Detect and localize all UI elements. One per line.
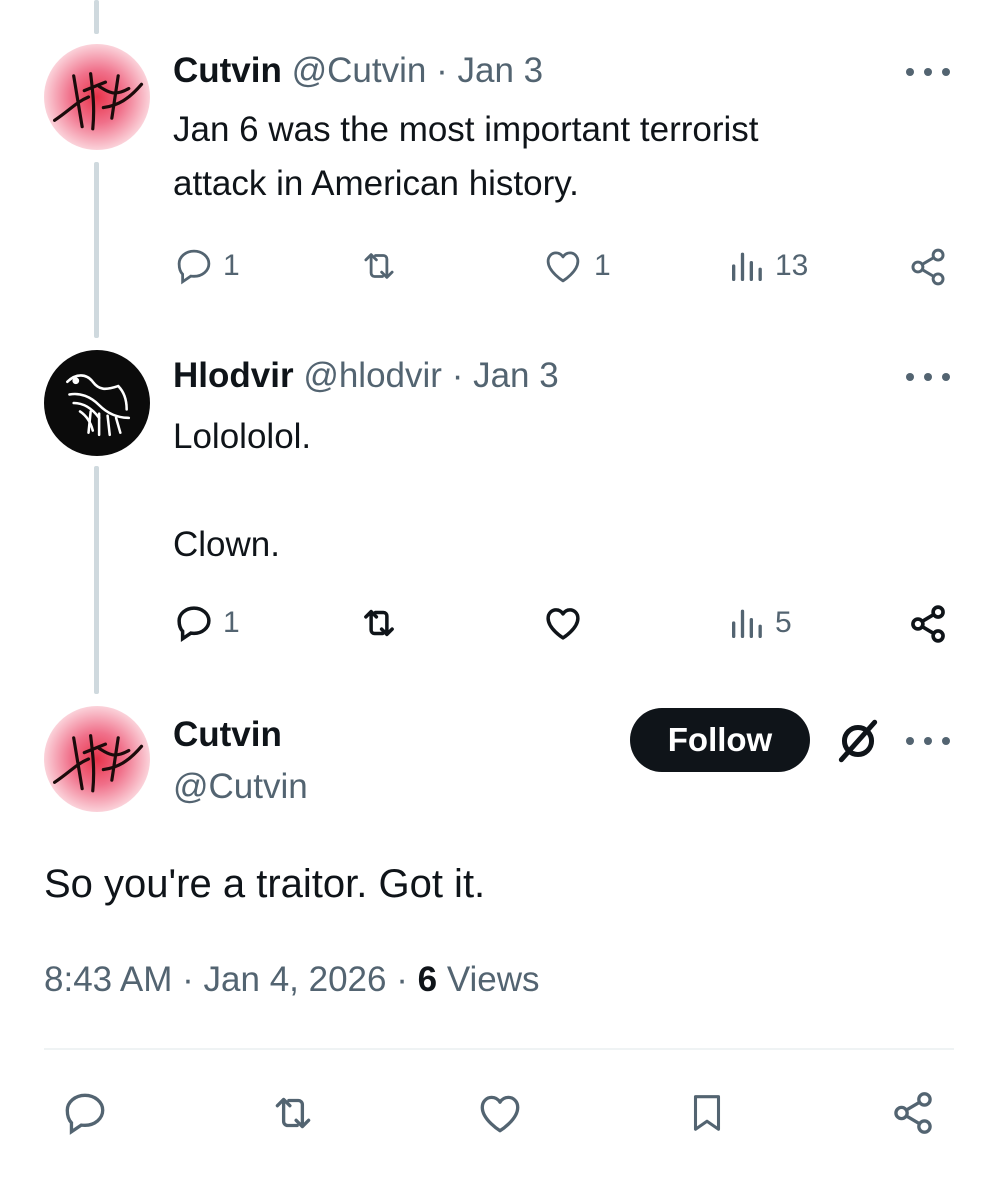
heart-icon <box>546 608 580 640</box>
handle[interactable]: @Cutvin <box>173 766 308 808</box>
tweet-date[interactable]: Jan 4, 2026 <box>204 960 387 999</box>
share-button[interactable] <box>906 602 950 646</box>
tweet-header: Cutvin @Cutvin · Jan 3 <box>173 50 543 92</box>
more-icon[interactable] <box>906 726 950 756</box>
display-name[interactable]: Cutvin <box>173 51 282 90</box>
more-icon[interactable] <box>906 362 950 392</box>
repost-button[interactable] <box>356 602 410 644</box>
display-name[interactable]: Hlodvir <box>173 356 294 395</box>
views-button[interactable]: 5 <box>727 602 792 644</box>
views-label: Views <box>446 960 540 999</box>
thread-line-top <box>94 0 99 34</box>
like-button[interactable] <box>474 1088 526 1138</box>
heart-icon <box>546 251 580 283</box>
share-icon <box>911 605 945 643</box>
bar-chart-icon <box>732 252 762 281</box>
repost-button[interactable] <box>356 245 410 287</box>
avatar[interactable] <box>44 706 150 812</box>
repost-button[interactable] <box>266 1088 320 1138</box>
tweet-time[interactable]: 8:43 AM <box>44 960 172 999</box>
reply-count: 1 <box>223 249 240 282</box>
reply-icon <box>65 1093 105 1135</box>
raven-banner-avatar-icon <box>44 350 150 456</box>
share-icon <box>911 248 945 286</box>
tweet-date[interactable]: Jan 3 <box>458 51 544 90</box>
reply-icon <box>177 249 211 285</box>
views-button[interactable]: 13 <box>727 245 808 287</box>
separator: · <box>396 960 408 999</box>
separator: · <box>182 960 194 999</box>
share-icon <box>894 1092 932 1134</box>
tweet-header: Hlodvir @hlodvir · Jan 3 <box>173 355 559 397</box>
reply-count: 1 <box>223 606 240 639</box>
handle[interactable]: @Cutvin <box>292 51 427 90</box>
grok-icon[interactable] <box>833 716 883 766</box>
tweet-text: Lolololol. Clown. <box>173 417 312 564</box>
separator: · <box>436 51 448 90</box>
share-button[interactable] <box>888 1088 938 1138</box>
view-count: 13 <box>775 249 809 282</box>
tweet-text: Jan 6 was the most important terrorist a… <box>173 110 759 203</box>
views-count: 6 <box>417 960 438 999</box>
like-button[interactable]: 1 <box>540 245 611 287</box>
bookmark-icon <box>693 1095 721 1131</box>
red-glyph-avatar-icon <box>44 706 150 812</box>
repost-icon <box>364 253 394 279</box>
red-glyph-avatar-icon <box>44 44 150 150</box>
like-button[interactable] <box>540 602 594 644</box>
share-button[interactable] <box>906 245 950 289</box>
view-count: 5 <box>775 606 792 639</box>
follow-button[interactable]: Follow <box>630 708 810 772</box>
bookmark-button[interactable] <box>684 1086 730 1140</box>
divider <box>44 1048 954 1050</box>
tweet-meta: 8:43 AM · Jan 4, 2026 · 6 Views <box>44 958 540 1002</box>
heart-icon <box>480 1095 520 1133</box>
reply-icon <box>177 606 211 643</box>
repost-icon <box>364 609 394 637</box>
handle[interactable]: @hlodvir <box>303 356 442 395</box>
thread-line-2 <box>94 466 99 694</box>
display-name[interactable]: Cutvin <box>173 714 282 756</box>
tweet-date[interactable]: Jan 3 <box>473 356 559 395</box>
reply-button[interactable] <box>60 1088 110 1138</box>
avatar[interactable] <box>44 44 150 150</box>
reply-button[interactable]: 1 <box>173 245 240 287</box>
like-count: 1 <box>594 249 611 282</box>
bar-chart-icon <box>732 609 762 638</box>
thread-line-1 <box>94 162 99 338</box>
reply-button[interactable]: 1 <box>173 602 240 644</box>
tweet-text: So you're a traitor. Got it. <box>44 862 486 906</box>
separator: · <box>451 356 464 395</box>
more-icon[interactable] <box>906 57 950 87</box>
repost-icon <box>275 1097 311 1129</box>
avatar[interactable] <box>44 350 150 456</box>
